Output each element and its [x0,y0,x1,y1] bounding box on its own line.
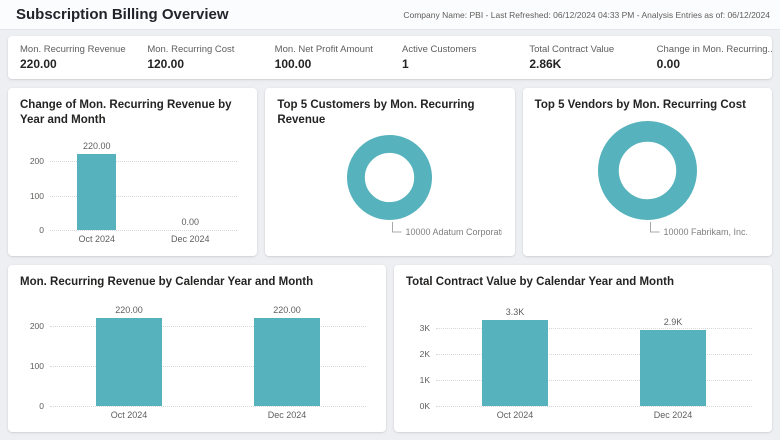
x-tick-label: Oct 2024 [110,409,148,420]
donut-ring-slice[interactable] [347,135,433,221]
bar-chart-mrr-by-month[interactable]: 0 100 200 220.00 Oct 2024 220.00 Dec 2024 [20,294,374,422]
kpi-value: 120.00 [147,57,185,71]
bar-value-label: 3.3K [505,307,525,318]
x-tick-label: Dec 2024 [170,234,210,245]
donut-slice-label: 10000 Fabrikam, Inc. [663,227,748,237]
x-tick-label: Dec 2024 [267,409,307,420]
x-tick-label: Dec 2024 [653,409,693,420]
kpi-active-customers[interactable]: Active Customers 1 [390,44,517,71]
kpi-label: Active Customers [402,44,477,55]
card-top-vendors-donut: Top 5 Vendors by Mon. Recurring Cost 100… [522,88,772,256]
chart-title: Top 5 Customers by Mon. Recurring Revenu… [277,99,475,126]
kpi-value: 0.00 [656,57,681,71]
kpi-label: Change in Mon. Recurring... [656,44,772,55]
bar-oct-2024[interactable] [77,154,117,231]
bar-dec-2024[interactable] [639,330,707,406]
kpi-mon-recurring-revenue[interactable]: Mon. Recurring Revenue 220.00 [8,44,135,71]
bar-oct-2024[interactable] [481,320,549,406]
bar-oct-2024[interactable] [95,317,163,406]
y-tick-label: 1K [419,374,430,385]
dashboard-page: Subscription Billing Overview Company Na… [0,0,780,440]
x-tick-label: Oct 2024 [496,409,534,420]
y-tick-label: 0 [39,400,44,411]
card-change-mrr-chart: Change of Mon. Recurring Revenue by Year… [8,88,258,256]
chart-title: Top 5 Vendors by Mon. Recurring Cost [534,99,746,111]
callout-leader-line [649,221,660,233]
bar-chart-change-mrr[interactable]: 0 100 200 220.00 Oct 2024 0.00 Dec 2024 [20,131,245,246]
report-canvas: Mon. Recurring Revenue 220.00 Mon. Recur… [0,30,780,440]
report-header: Subscription Billing Overview Company Na… [0,0,780,30]
kpi-value: 1 [402,57,409,71]
kpi-mon-recurring-cost[interactable]: Mon. Recurring Cost 120.00 [135,44,262,71]
bar-value-label: 0.00 [181,217,200,228]
bar-value-label: 220.00 [82,141,111,152]
y-tick-label: 100 [29,360,44,371]
chart-title: Total Contract Value by Calendar Year an… [406,276,674,288]
kpi-label: Mon. Recurring Cost [147,44,235,55]
chart-title: Change of Mon. Recurring Revenue by Year… [20,99,232,126]
gridline [436,405,752,407]
kpi-value: 100.00 [274,57,312,71]
kpi-total-contract-value[interactable]: Total Contract Value 2.86K [517,44,644,71]
y-tick-label: 3K [419,322,430,333]
kpi-value: 2.86K [529,57,562,71]
card-tcv-by-month-chart: Total Contract Value by Calendar Year an… [394,265,772,432]
bar-chart-tcv-by-month[interactable]: 0K 1K 2K 3K 3.3K Oct 2024 2.9K Dec 2024 [406,294,760,422]
y-tick-label: 0K [419,400,430,411]
middle-visuals-row: Change of Mon. Recurring Revenue by Year… [8,88,772,256]
x-tick-label: Oct 2024 [78,234,116,245]
y-tick-label: 0 [39,225,44,236]
card-mrr-by-month-chart: Mon. Recurring Revenue by Calendar Year … [8,265,386,432]
kpi-value: 220.00 [20,57,57,71]
callout-leader-line [392,222,402,233]
kpi-strip: Mon. Recurring Revenue 220.00 Mon. Recur… [8,36,772,79]
header-meta-info: Company Name: PBI - Last Refreshed: 06/1… [403,9,770,20]
y-tick-label: 100 [29,190,44,201]
kpi-label: Mon. Recurring Revenue [20,44,126,55]
chart-title: Mon. Recurring Revenue by Calendar Year … [20,276,314,288]
bottom-visuals-row: Mon. Recurring Revenue by Calendar Year … [8,265,772,432]
kpi-change-in-mon-recurring[interactable]: Change in Mon. Recurring... 0.00 [645,44,772,71]
bar-value-label: 220.00 [115,304,143,315]
kpi-mon-net-profit[interactable]: Mon. Net Profit Amount 100.00 [263,44,390,71]
bar-value-label: 220.00 [273,304,301,315]
page-title: Subscription Billing Overview [16,6,229,23]
kpi-label: Total Contract Value [529,44,615,55]
donut-svg: 10000 Adatum Corporation [347,135,503,237]
y-tick-label: 200 [29,320,44,331]
gridline [50,230,237,232]
bar-value-label: 2.9K [663,317,683,328]
donut-chart-top-vendors[interactable]: 10000 Fabrikam, Inc. [535,117,760,246]
gridline [50,405,366,407]
card-top-customers-donut: Top 5 Customers by Mon. Recurring Revenu… [265,88,515,256]
y-tick-label: 200 [29,156,44,167]
donut-svg: 10000 Fabrikam, Inc. [597,120,748,237]
bar-dec-2024[interactable] [253,317,321,406]
donut-chart-top-customers[interactable]: 10000 Adatum Corporation [277,131,502,246]
y-tick-label: 2K [419,348,430,359]
donut-slice-label: 10000 Adatum Corporation [406,227,503,237]
kpi-label: Mon. Net Profit Amount [274,44,373,55]
donut-ring-slice[interactable] [597,120,697,220]
